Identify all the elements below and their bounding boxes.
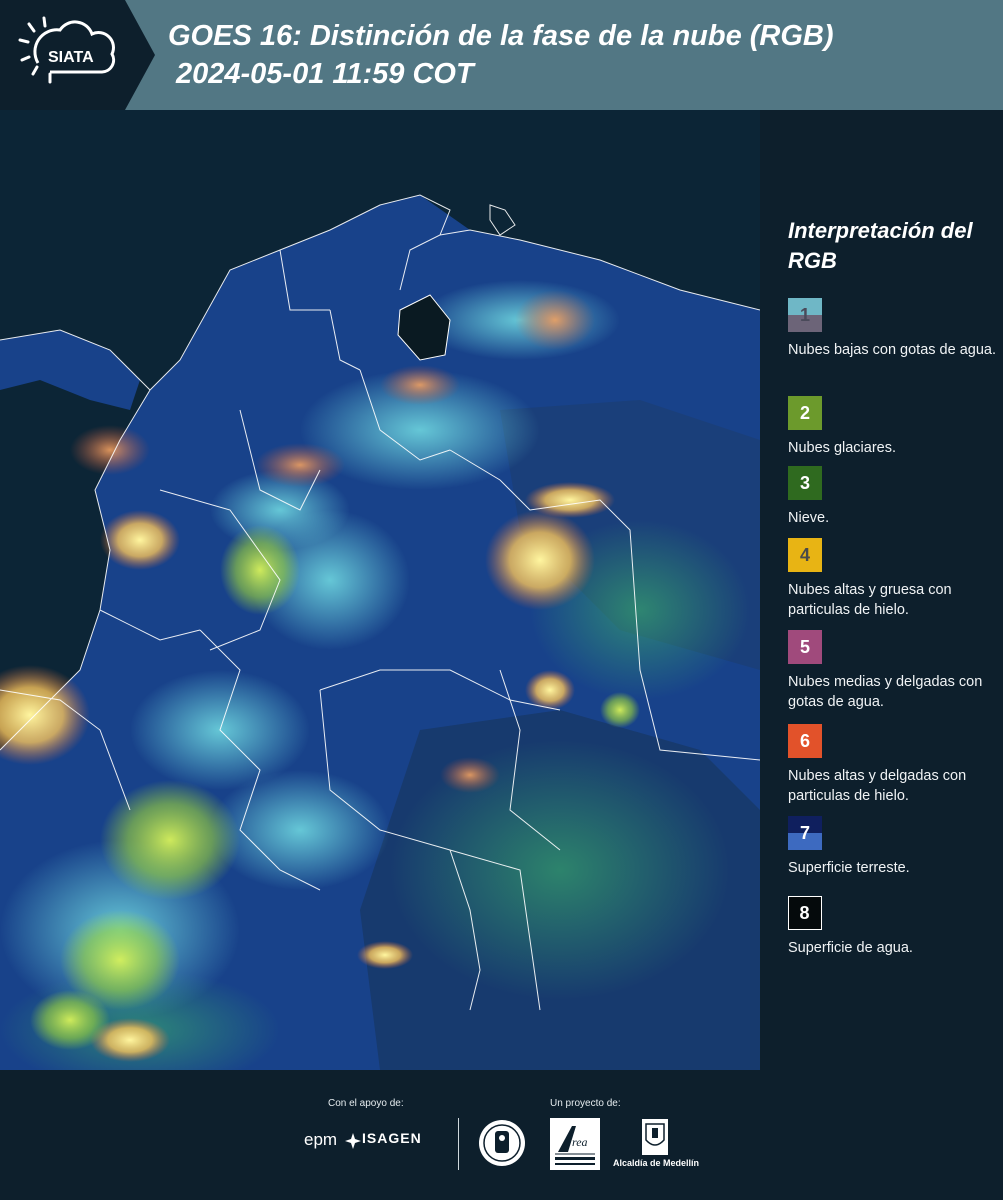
legend-label: Nubes altas y delgadas con particulas de… <box>788 768 967 804</box>
legend-item-3: 3 Nieve. <box>788 466 998 528</box>
alcaldia-shield-icon <box>640 1118 670 1161</box>
timestamp: 2024-05-01 11:59 COT <box>176 58 474 90</box>
legend-number: 7 <box>799 823 810 843</box>
legend-swatch-6: 6 <box>788 724 822 758</box>
legend-label: Superficie de agua. <box>788 940 913 956</box>
legend-item-1: 1 Nubes bajas con gotas de agua. <box>788 298 998 360</box>
isagen-logo: ISAGEN <box>362 1130 422 1146</box>
satellite-rgb-map <box>0 110 760 1070</box>
footer-divider <box>458 1118 459 1170</box>
legend-number: 2 <box>799 403 810 423</box>
legend-swatch-7: 7 <box>788 816 822 850</box>
legend-item-6: 6 Nubes altas y delgadas con particulas … <box>788 724 998 806</box>
legend-panel: Interpretación del RGB 1 Nubes bajas con… <box>760 110 1003 1070</box>
legend-item-7: 7 Superficie terreste. <box>788 816 998 878</box>
legend-swatch-5: 5 <box>788 630 822 664</box>
legend-number: 5 <box>799 637 810 657</box>
legend-swatch-2: 2 <box>788 396 822 430</box>
legend-number: 4 <box>799 545 810 565</box>
svg-text:SIATA: SIATA <box>48 49 94 66</box>
legend-number: 8 <box>799 902 810 923</box>
page-title: GOES 16: Distinción de la fase de la nub… <box>168 20 834 52</box>
legend-item-4: 4 Nubes altas y gruesa con particulas de… <box>788 538 998 620</box>
legend-swatch-1: 1 <box>788 298 822 332</box>
legend-item-8: 8 Superficie de agua. <box>788 896 998 958</box>
project-label: Un proyecto de: <box>550 1098 621 1109</box>
legend-label: Nubes medias y delgadas con gotas de agu… <box>788 674 983 710</box>
alcaldia-label: Alcaldía de Medellín <box>613 1158 700 1168</box>
legend-label: Nubes glaciares. <box>788 440 896 456</box>
support-label: Con el apoyo de: <box>328 1098 404 1109</box>
header-bar: SIATA GOES 16: Distinción de la fase de … <box>0 0 1003 110</box>
legend-number: 1 <box>799 305 810 325</box>
legend-swatch-3: 3 <box>788 466 822 500</box>
legend-title: Interpretación del RGB <box>788 218 973 273</box>
epm-logo: epm <box>304 1130 338 1149</box>
legend-label: Nubes altas y gruesa con particulas de h… <box>788 582 952 618</box>
legend-label: Nubes bajas con gotas de agua. <box>788 342 996 358</box>
isagen-mark-icon <box>344 1132 362 1155</box>
legend-swatch-4: 4 <box>788 538 822 572</box>
legend-number: 3 <box>799 473 810 493</box>
svg-text:rea: rea <box>572 1135 588 1149</box>
legend-label: Nieve. <box>788 510 830 526</box>
seal-emblem-icon <box>477 1118 527 1173</box>
area-metropolitana-logo: rea <box>550 1118 600 1175</box>
legend-item-2: 2 Nubes glaciares. <box>788 396 998 458</box>
footer: Con el apoyo de: Un proyecto de: epm ISA… <box>0 1070 1003 1200</box>
legend-label: Superficie terreste. <box>788 860 910 876</box>
legend-swatch-8: 8 <box>788 896 822 930</box>
siata-logo: SIATA <box>0 0 155 110</box>
legend-item-5: 5 Nubes medias y delgadas con gotas de a… <box>788 630 998 712</box>
legend-number: 6 <box>799 731 810 751</box>
